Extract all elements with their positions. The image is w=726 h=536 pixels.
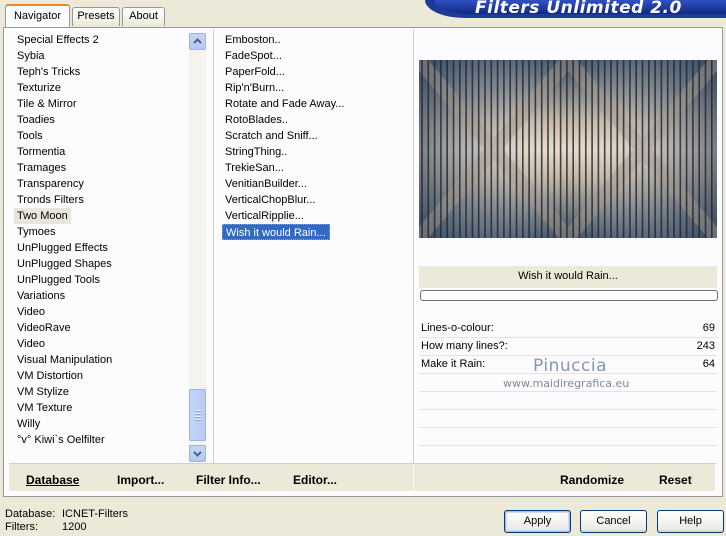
progress-bar <box>420 290 718 301</box>
category-item[interactable]: Sybia <box>14 48 186 64</box>
watermark-site: www.maidiregrafica.eu <box>503 377 630 390</box>
arrow-down-icon[interactable] <box>189 445 206 462</box>
category-item[interactable]: Video <box>14 336 186 352</box>
brand-title: Filters Unlimited 2.0 <box>475 0 682 18</box>
watermark-name: Pinuccia <box>533 356 607 376</box>
tab-navigator[interactable]: Navigator <box>5 4 70 27</box>
reset-button[interactable]: Reset <box>659 473 692 487</box>
filter-item[interactable]: FadeSpot... <box>222 48 412 64</box>
filters-label: Filters: <box>5 521 38 533</box>
category-item[interactable]: Transparency <box>14 176 186 192</box>
filter-item[interactable]: StringThing.. <box>222 144 412 160</box>
category-item[interactable]: UnPlugged Tools <box>14 272 186 288</box>
param-row-empty <box>419 392 717 410</box>
filter-list[interactable]: Emboston.. FadeSpot... PaperFold... Rip'n'B… <box>222 32 412 252</box>
param-row-empty <box>419 410 717 428</box>
filter-item[interactable]: PaperFold... <box>222 64 412 80</box>
brand-banner: Filters Unlimited 2.0 <box>425 0 726 18</box>
database-button[interactable]: Database <box>26 473 79 487</box>
param-row[interactable]: Lines-o-colour: 69 <box>419 320 717 338</box>
category-item[interactable]: °v° Kiwi`s Oelfilter <box>14 432 186 448</box>
import-button[interactable]: Import... <box>117 473 164 487</box>
editor-button[interactable]: Editor... <box>293 473 337 487</box>
param-name: Lines-o-colour: <box>421 322 494 334</box>
category-item[interactable]: UnPlugged Effects <box>14 240 186 256</box>
randomize-button[interactable]: Randomize <box>560 473 624 487</box>
filter-item[interactable]: VerticalRipplie... <box>222 208 412 224</box>
category-item[interactable]: Visual Manipulation <box>14 352 186 368</box>
filter-item[interactable]: Emboston.. <box>222 32 412 48</box>
category-item[interactable]: Video <box>14 304 186 320</box>
param-row-empty <box>419 446 717 464</box>
category-item[interactable]: Tools <box>14 128 186 144</box>
category-item[interactable]: Toadies <box>14 112 186 128</box>
filter-item[interactable]: VenitianBuilder... <box>222 176 412 192</box>
filter-info-button[interactable]: Filter Info... <box>196 473 261 487</box>
toolbar: Database Import... Filter Info... Editor… <box>9 463 715 492</box>
arrow-up-icon[interactable] <box>189 33 206 50</box>
param-value[interactable]: 243 <box>697 340 715 352</box>
help-button[interactable]: Help <box>657 510 724 533</box>
filter-item[interactable]: VerticalChopBlur... <box>222 192 412 208</box>
filter-item[interactable]: Wish it would Rain... <box>222 224 330 240</box>
param-row-empty <box>419 428 717 446</box>
database-label: Database: <box>5 508 56 520</box>
preview-filter-name: Wish it would Rain... <box>518 270 618 282</box>
filter-item[interactable]: RotoBlades.. <box>222 112 412 128</box>
column-divider <box>413 29 414 465</box>
param-row[interactable]: How many lines?: 243 <box>419 338 717 356</box>
param-value[interactable]: 69 <box>703 322 715 334</box>
tab-about[interactable]: About <box>122 7 165 26</box>
cancel-button[interactable]: Cancel <box>580 510 647 533</box>
category-item[interactable]: UnPlugged Shapes <box>14 256 186 272</box>
category-scrollbar[interactable] <box>189 33 206 462</box>
category-item[interactable]: Variations <box>14 288 186 304</box>
category-item[interactable]: Tronds Filters <box>14 192 186 208</box>
category-item[interactable]: Two Moon <box>14 208 71 224</box>
category-item[interactable]: VideoRave <box>14 320 186 336</box>
category-item[interactable]: Texturize <box>14 80 186 96</box>
category-item[interactable]: Teph's Tricks <box>14 64 186 80</box>
category-item[interactable]: Willy <box>14 416 186 432</box>
category-list[interactable]: Special Effects 2 Sybia Teph's Tricks Textu… <box>14 32 186 462</box>
column-divider <box>213 29 214 465</box>
category-item[interactable]: Tormentia <box>14 144 186 160</box>
apply-button[interactable]: Apply <box>504 510 571 533</box>
tab-presets[interactable]: Presets <box>72 7 120 26</box>
filter-item[interactable]: Rotate and Fade Away... <box>222 96 412 112</box>
param-name: How many lines?: <box>421 340 508 352</box>
preview-image <box>413 55 723 243</box>
filter-item[interactable]: Rip'n'Burn... <box>222 80 412 96</box>
category-item[interactable]: VM Stylize <box>14 384 186 400</box>
category-item[interactable]: VM Texture <box>14 400 186 416</box>
category-item[interactable]: Tramages <box>14 160 186 176</box>
scrollbar-thumb[interactable] <box>189 389 206 441</box>
category-item[interactable]: VM Distortion <box>14 368 186 384</box>
parameter-panel: Lines-o-colour: 69 How many lines?: 243 … <box>419 320 717 464</box>
filter-item[interactable]: Scratch and Sniff... <box>222 128 412 144</box>
category-item[interactable]: Tymoes <box>14 224 186 240</box>
param-name: Make it Rain: <box>421 358 486 370</box>
database-value: ICNET-Filters <box>62 508 128 520</box>
category-item[interactable]: Tile & Mirror <box>14 96 186 112</box>
param-value[interactable]: 64 <box>703 358 715 370</box>
filter-item[interactable]: TrekieSan... <box>222 160 412 176</box>
filters-count: 1200 <box>62 521 87 533</box>
category-item[interactable]: Special Effects 2 <box>14 32 186 48</box>
